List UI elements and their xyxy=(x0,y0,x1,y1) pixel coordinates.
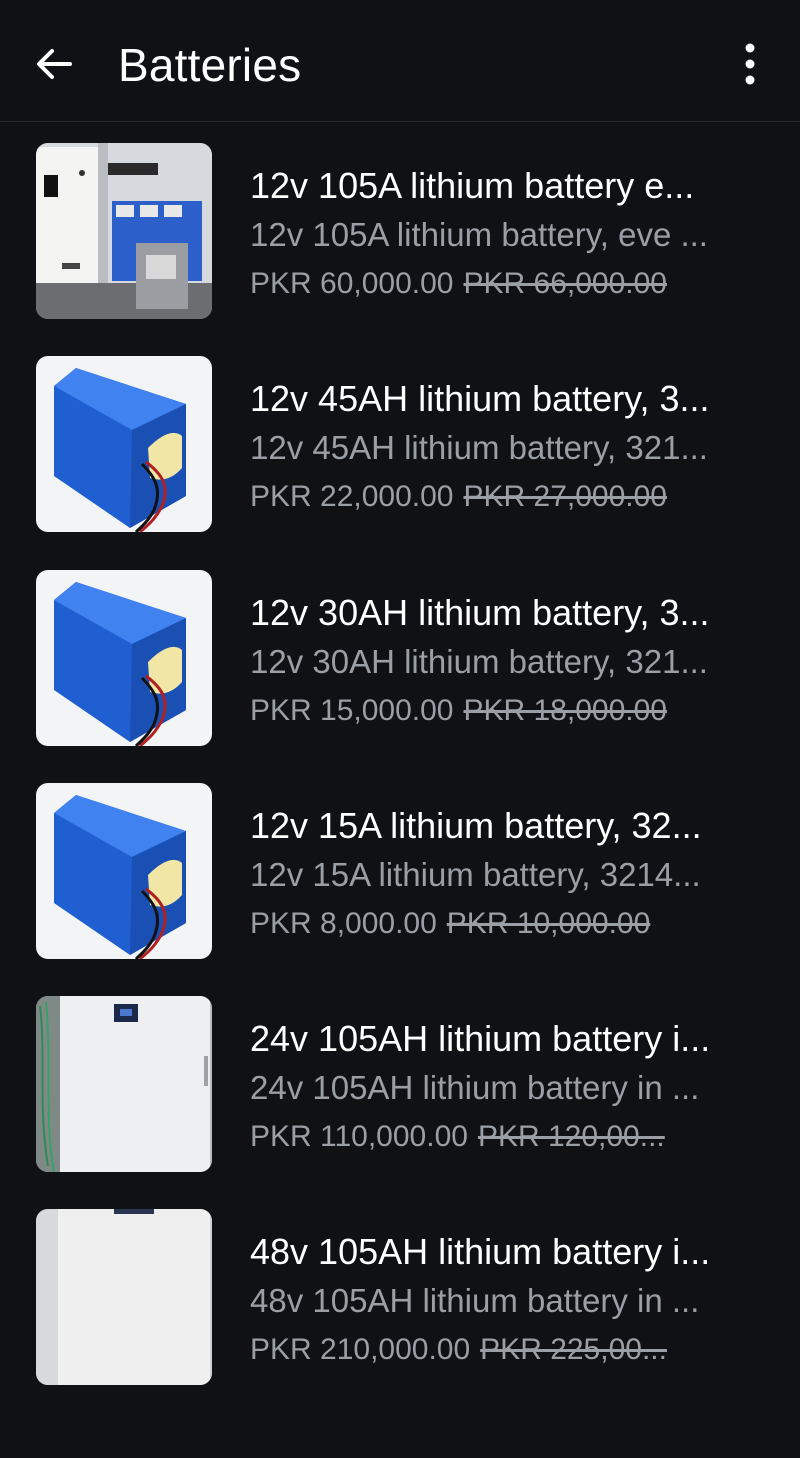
back-button[interactable] xyxy=(26,36,82,92)
product-description: 12v 45AH lithium battery, 321... xyxy=(250,429,708,466)
product-price: PKR 8,000.00 xyxy=(250,907,437,940)
blue-battery-pack-image xyxy=(36,570,212,746)
product-item[interactable]: 12v 105A lithium battery e... 12v 105A l… xyxy=(0,143,800,319)
product-price: PKR 110,000.00 xyxy=(250,1120,468,1153)
product-old-price: PKR 66,000.00 xyxy=(463,267,667,300)
product-item[interactable]: 12v 45AH lithium battery, 3... 12v 45AH … xyxy=(0,356,800,532)
product-item[interactable]: 24v 105AH lithium battery i... 24v 105AH… xyxy=(0,996,800,1172)
page-title: Batteries xyxy=(118,39,302,91)
product-price: PKR 15,000.00 xyxy=(250,694,454,727)
product-prices: PKR 15,000.00 PKR 18,000.00 xyxy=(250,686,744,736)
product-old-price: PKR 10,000.00 xyxy=(446,907,651,940)
product-description: 12v 105A lithium battery, eve ... xyxy=(250,216,708,253)
blue-battery-pack-image xyxy=(36,783,212,959)
product-price: PKR 60,000.00 xyxy=(250,267,454,300)
product-prices: PKR 210,000.00 PKR 225,00... xyxy=(250,1325,744,1375)
more-vertical-icon xyxy=(745,43,755,85)
product-name: 24v 105AH lithium battery i... xyxy=(250,1018,711,1059)
product-prices: PKR 60,000.00 PKR 66,000.00 xyxy=(250,259,744,309)
product-old-price: PKR 18,000.00 xyxy=(463,694,667,727)
product-description: 12v 15A lithium battery, 3214... xyxy=(250,856,701,893)
product-prices: PKR 22,000.00 PKR 27,000.00 xyxy=(250,472,744,522)
blue-battery-pack-image xyxy=(36,356,212,532)
product-old-price: PKR 27,000.00 xyxy=(463,480,667,513)
product-description: 48v 105AH lithium battery in ... xyxy=(250,1282,700,1319)
white-battery-cabinet-image xyxy=(36,996,212,1172)
product-item[interactable]: 12v 15A lithium battery, 32... 12v 15A l… xyxy=(0,783,800,959)
app-bar: Batteries xyxy=(0,0,800,122)
product-thumbnail xyxy=(36,356,212,532)
product-name: 12v 30AH lithium battery, 3... xyxy=(250,592,710,633)
arrow-left-icon xyxy=(37,49,72,79)
product-name: 12v 105A lithium battery e... xyxy=(250,165,695,206)
product-thumbnail xyxy=(36,783,212,959)
white-battery-cabinet-image xyxy=(36,1209,212,1385)
product-description: 12v 30AH lithium battery, 321... xyxy=(250,643,708,680)
more-options-button[interactable] xyxy=(724,36,776,92)
product-prices: PKR 110,000.00 PKR 120,00... xyxy=(250,1112,744,1162)
product-old-price: PKR 225,00... xyxy=(480,1333,667,1366)
product-thumbnail xyxy=(36,570,212,746)
product-thumbnail xyxy=(36,1209,212,1385)
product-price: PKR 22,000.00 xyxy=(250,480,454,513)
product-item[interactable]: 48v 105AH lithium battery i... 48v 105AH… xyxy=(0,1209,800,1385)
wall-battery-cabinet-image xyxy=(36,143,212,319)
product-name: 12v 45AH lithium battery, 3... xyxy=(250,378,710,419)
product-old-price: PKR 120,00... xyxy=(477,1120,665,1153)
product-prices: PKR 8,000.00 PKR 10,000.00 xyxy=(250,899,744,949)
product-description: 24v 105AH lithium battery in ... xyxy=(250,1069,700,1106)
product-name: 12v 15A lithium battery, 32... xyxy=(250,805,702,846)
product-item[interactable]: 12v 30AH lithium battery, 3... 12v 30AH … xyxy=(0,570,800,746)
product-thumbnail xyxy=(36,996,212,1172)
product-name: 48v 105AH lithium battery i... xyxy=(250,1231,711,1272)
product-thumbnail xyxy=(36,143,212,319)
product-price: PKR 210,000.00 xyxy=(250,1333,471,1366)
